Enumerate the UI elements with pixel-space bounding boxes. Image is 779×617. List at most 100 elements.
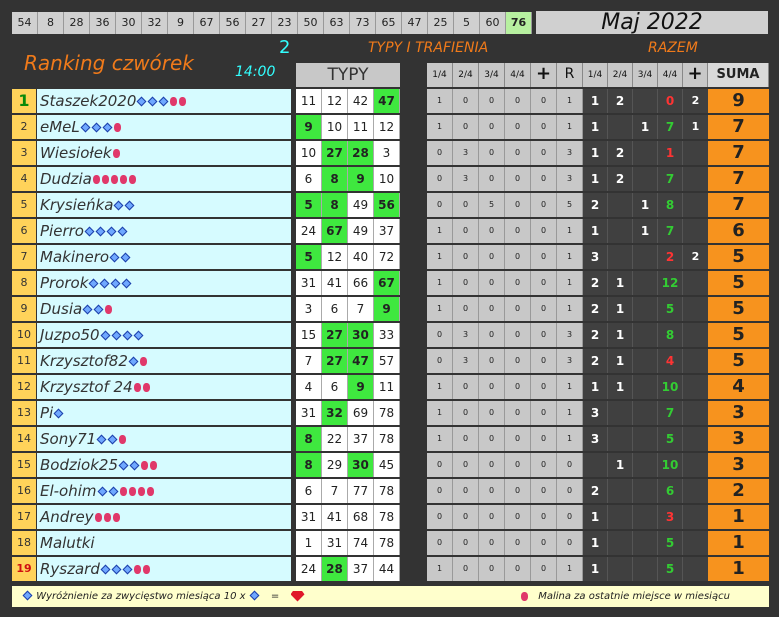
hit-count: 1 xyxy=(557,375,583,399)
hit-count: 0 xyxy=(531,427,557,451)
diamond-icon xyxy=(100,330,111,340)
hit-count: 0 xyxy=(479,115,505,139)
player-name: eMeL xyxy=(40,118,80,136)
mid-col-header: R xyxy=(557,63,583,87)
player-name-cell: Prorok xyxy=(37,271,291,295)
razem-value xyxy=(633,349,658,373)
hit-count: 0 xyxy=(479,89,505,113)
hit-count: 0 xyxy=(531,167,557,191)
player-name: Pi xyxy=(40,404,54,422)
diamond-icon xyxy=(117,226,128,236)
pick-number: 6 xyxy=(296,167,322,191)
hit-count: 0 xyxy=(505,115,531,139)
hit-count: 3 xyxy=(453,349,479,373)
pick-number: 31 xyxy=(296,271,322,295)
hit-count: 0 xyxy=(505,89,531,113)
hit-count: 0 xyxy=(479,245,505,269)
hit-count: 0 xyxy=(505,505,531,529)
razem-value: 1 xyxy=(583,115,608,139)
hit-count: 0 xyxy=(453,219,479,243)
rank-cell: 2 xyxy=(12,115,36,139)
razem-value xyxy=(608,427,633,451)
hit-count: 0 xyxy=(505,141,531,165)
razem-col-header: 1/4 xyxy=(583,63,608,87)
suma-header: SUMA xyxy=(708,63,769,87)
player-name-cell: Dudzia xyxy=(37,167,291,191)
diamond-icon xyxy=(136,96,147,106)
plus-value xyxy=(683,427,708,451)
pick-number: 78 xyxy=(374,427,400,451)
pick-number: 7 xyxy=(296,349,322,373)
player-name: Dusia xyxy=(40,300,83,318)
razem-value xyxy=(633,89,658,113)
raspberry-icon xyxy=(142,565,150,574)
razem-value xyxy=(608,193,633,217)
razem-value xyxy=(583,453,608,477)
pick-number: 9 xyxy=(296,115,322,139)
hit-count: 0 xyxy=(453,453,479,477)
razem-value: 1 xyxy=(583,141,608,165)
pick-number: 27 xyxy=(322,349,348,373)
razem-value: 10 xyxy=(658,375,683,399)
diamond-icon xyxy=(133,330,144,340)
hit-count: 0 xyxy=(531,401,557,425)
pick-number: 41 xyxy=(322,505,348,529)
razem-value xyxy=(633,271,658,295)
typy-header: TYPY xyxy=(296,63,400,87)
razem-value xyxy=(608,479,633,503)
razem-value xyxy=(608,245,633,269)
razem-value: 7 xyxy=(658,401,683,425)
hit-count: 1 xyxy=(557,401,583,425)
razem-value: 2 xyxy=(583,479,608,503)
pick-number: 1 xyxy=(296,531,322,555)
mid-col-header: 3/4 xyxy=(479,63,505,87)
hit-count: 0 xyxy=(531,479,557,503)
player-name-cell: Juzpo50 xyxy=(37,323,291,347)
hit-count: 0 xyxy=(453,401,479,425)
player-name-cell: Krzysztof82 xyxy=(37,349,291,373)
raspberry-icon xyxy=(142,383,150,392)
drawn-number: 28 xyxy=(64,12,90,34)
pick-number: 7 xyxy=(348,297,374,321)
pick-number: 24 xyxy=(296,557,322,581)
diamond-icon xyxy=(114,200,124,210)
razem-value: 2 xyxy=(608,141,633,165)
razem-value: 5 xyxy=(658,557,683,581)
rank-cell: 6 xyxy=(12,219,36,243)
player-name-cell: Bodziok25 xyxy=(37,453,291,477)
hit-count: 0 xyxy=(479,557,505,581)
hit-count: 0 xyxy=(479,505,505,529)
razem-value: 7 xyxy=(658,115,683,139)
hit-count: 0 xyxy=(505,375,531,399)
pick-number: 7 xyxy=(322,479,348,503)
pick-number: 11 xyxy=(296,89,322,113)
pick-number: 33 xyxy=(374,323,400,347)
plus-value xyxy=(683,297,708,321)
razem-value: 2 xyxy=(608,167,633,191)
razem-col-header: 3/4 xyxy=(633,63,658,87)
hit-count: 0 xyxy=(531,193,557,217)
hit-count: 1 xyxy=(557,89,583,113)
player-name: Bodziok25 xyxy=(40,456,118,474)
pick-number: 74 xyxy=(348,531,374,555)
pick-number: 44 xyxy=(374,557,400,581)
pick-number: 30 xyxy=(348,323,374,347)
razem-value: 1 xyxy=(658,141,683,165)
player-name: Krysieńka xyxy=(40,196,114,214)
plus-value xyxy=(683,167,708,191)
suma-value: 1 xyxy=(708,557,769,581)
hit-count: 0 xyxy=(453,115,479,139)
razem-value: 1 xyxy=(583,375,608,399)
raspberry-icon xyxy=(133,383,141,392)
pick-number: 49 xyxy=(348,219,374,243)
hit-count: 0 xyxy=(479,531,505,555)
razem-value: 2 xyxy=(608,89,633,113)
hit-count: 0 xyxy=(427,141,453,165)
hit-count: 0 xyxy=(505,193,531,217)
diamond-icon xyxy=(120,252,131,262)
diamond-icon xyxy=(122,330,133,340)
razem-value: 1 xyxy=(608,297,633,321)
player-name: Makinero xyxy=(40,248,110,266)
hit-count: 0 xyxy=(479,479,505,503)
pick-number: 49 xyxy=(348,193,374,217)
